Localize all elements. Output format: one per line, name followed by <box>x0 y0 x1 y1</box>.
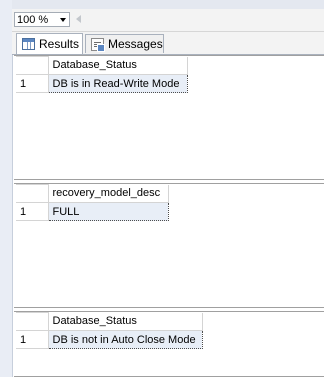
results-toolbar: 100 % <box>12 9 324 32</box>
header-row: recovery_model_desc <box>16 184 169 203</box>
result-table-1: Database_Status 1 DB is in Read-Write Mo… <box>16 56 188 93</box>
scroll-left-icon[interactable] <box>76 15 81 23</box>
column-header[interactable]: Database_Status <box>47 56 188 75</box>
zoom-value: 100 % <box>17 14 49 26</box>
tab-messages-label: Messages <box>108 37 163 51</box>
table-cell[interactable]: FULL <box>47 202 169 221</box>
row-number[interactable]: 1 <box>16 330 49 349</box>
result-table-3: Database_Status 1 DB is not in Auto Clos… <box>16 312 203 349</box>
zoom-dropdown[interactable]: 100 % <box>14 12 70 27</box>
results-grid-icon <box>22 38 35 50</box>
result-grid-1[interactable]: Database_Status 1 DB is in Read-Write Mo… <box>14 55 324 180</box>
table-cell[interactable]: DB is not in Auto Close Mode <box>47 330 203 349</box>
table-row: 1 DB is not in Auto Close Mode <box>16 330 203 349</box>
messages-icon <box>91 37 105 52</box>
table-row: 1 FULL <box>16 202 169 221</box>
result-grid-2[interactable]: recovery_model_desc 1 FULL <box>14 183 324 308</box>
editor-margin <box>0 0 13 377</box>
table-cell[interactable]: DB is in Read-Write Mode <box>47 74 188 93</box>
tab-results-label: Results <box>39 37 80 51</box>
result-table-2: recovery_model_desc 1 FULL <box>16 184 169 221</box>
column-header[interactable]: recovery_model_desc <box>47 184 169 203</box>
column-header[interactable]: Database_Status <box>47 312 203 331</box>
header-row: Database_Status <box>16 312 203 331</box>
results-tab-strip: Results Messages <box>12 32 324 55</box>
row-header-corner[interactable] <box>16 56 49 75</box>
editor-top-strip <box>12 0 324 9</box>
row-header-corner[interactable] <box>16 312 49 331</box>
chevron-down-icon[interactable] <box>60 18 66 22</box>
result-grid-3[interactable]: Database_Status 1 DB is not in Auto Clos… <box>14 311 324 377</box>
row-number[interactable]: 1 <box>16 74 49 93</box>
row-header-corner[interactable] <box>16 184 49 203</box>
tab-messages[interactable]: Messages <box>85 34 164 53</box>
tab-results[interactable]: Results <box>16 33 83 54</box>
row-number[interactable]: 1 <box>16 202 49 221</box>
table-row: 1 DB is in Read-Write Mode <box>16 74 188 93</box>
header-row: Database_Status <box>16 56 188 75</box>
